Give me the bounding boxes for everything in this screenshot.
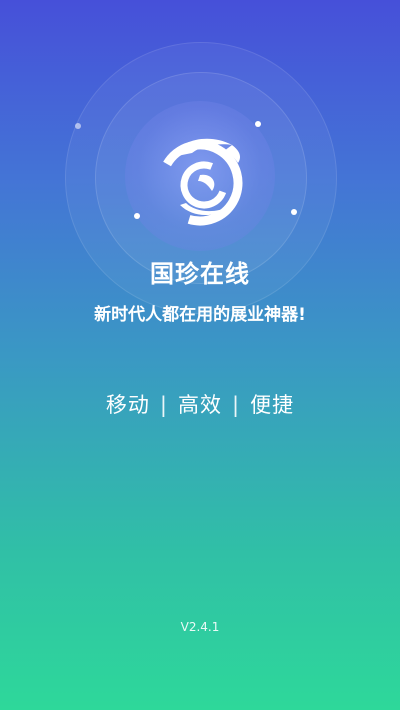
feature-efficient: 高效: [178, 393, 222, 417]
feature-convenient: 便捷: [250, 393, 295, 417]
decorative-dot: [291, 209, 297, 215]
feature-mobile: 移动: [105, 393, 150, 417]
version-label: V2.4.1: [180, 620, 220, 634]
feature-separator: |: [159, 393, 168, 417]
splash-screen: 国珍在线 新时代人都在用的展业神器! 移动 | 高效 | 便捷 V2.4.1: [0, 0, 400, 710]
app-name: 国珍在线: [150, 260, 250, 288]
feature-list: 移动 | 高效 | 便捷: [0, 389, 400, 419]
decorative-dot: [255, 121, 261, 127]
feature-separator: |: [232, 393, 241, 417]
slogan: 新时代人都在用的展业神器!: [94, 305, 306, 325]
decorative-dot: [134, 213, 140, 219]
swirl-logo-icon: [157, 138, 243, 226]
decorative-dot: [75, 123, 81, 129]
